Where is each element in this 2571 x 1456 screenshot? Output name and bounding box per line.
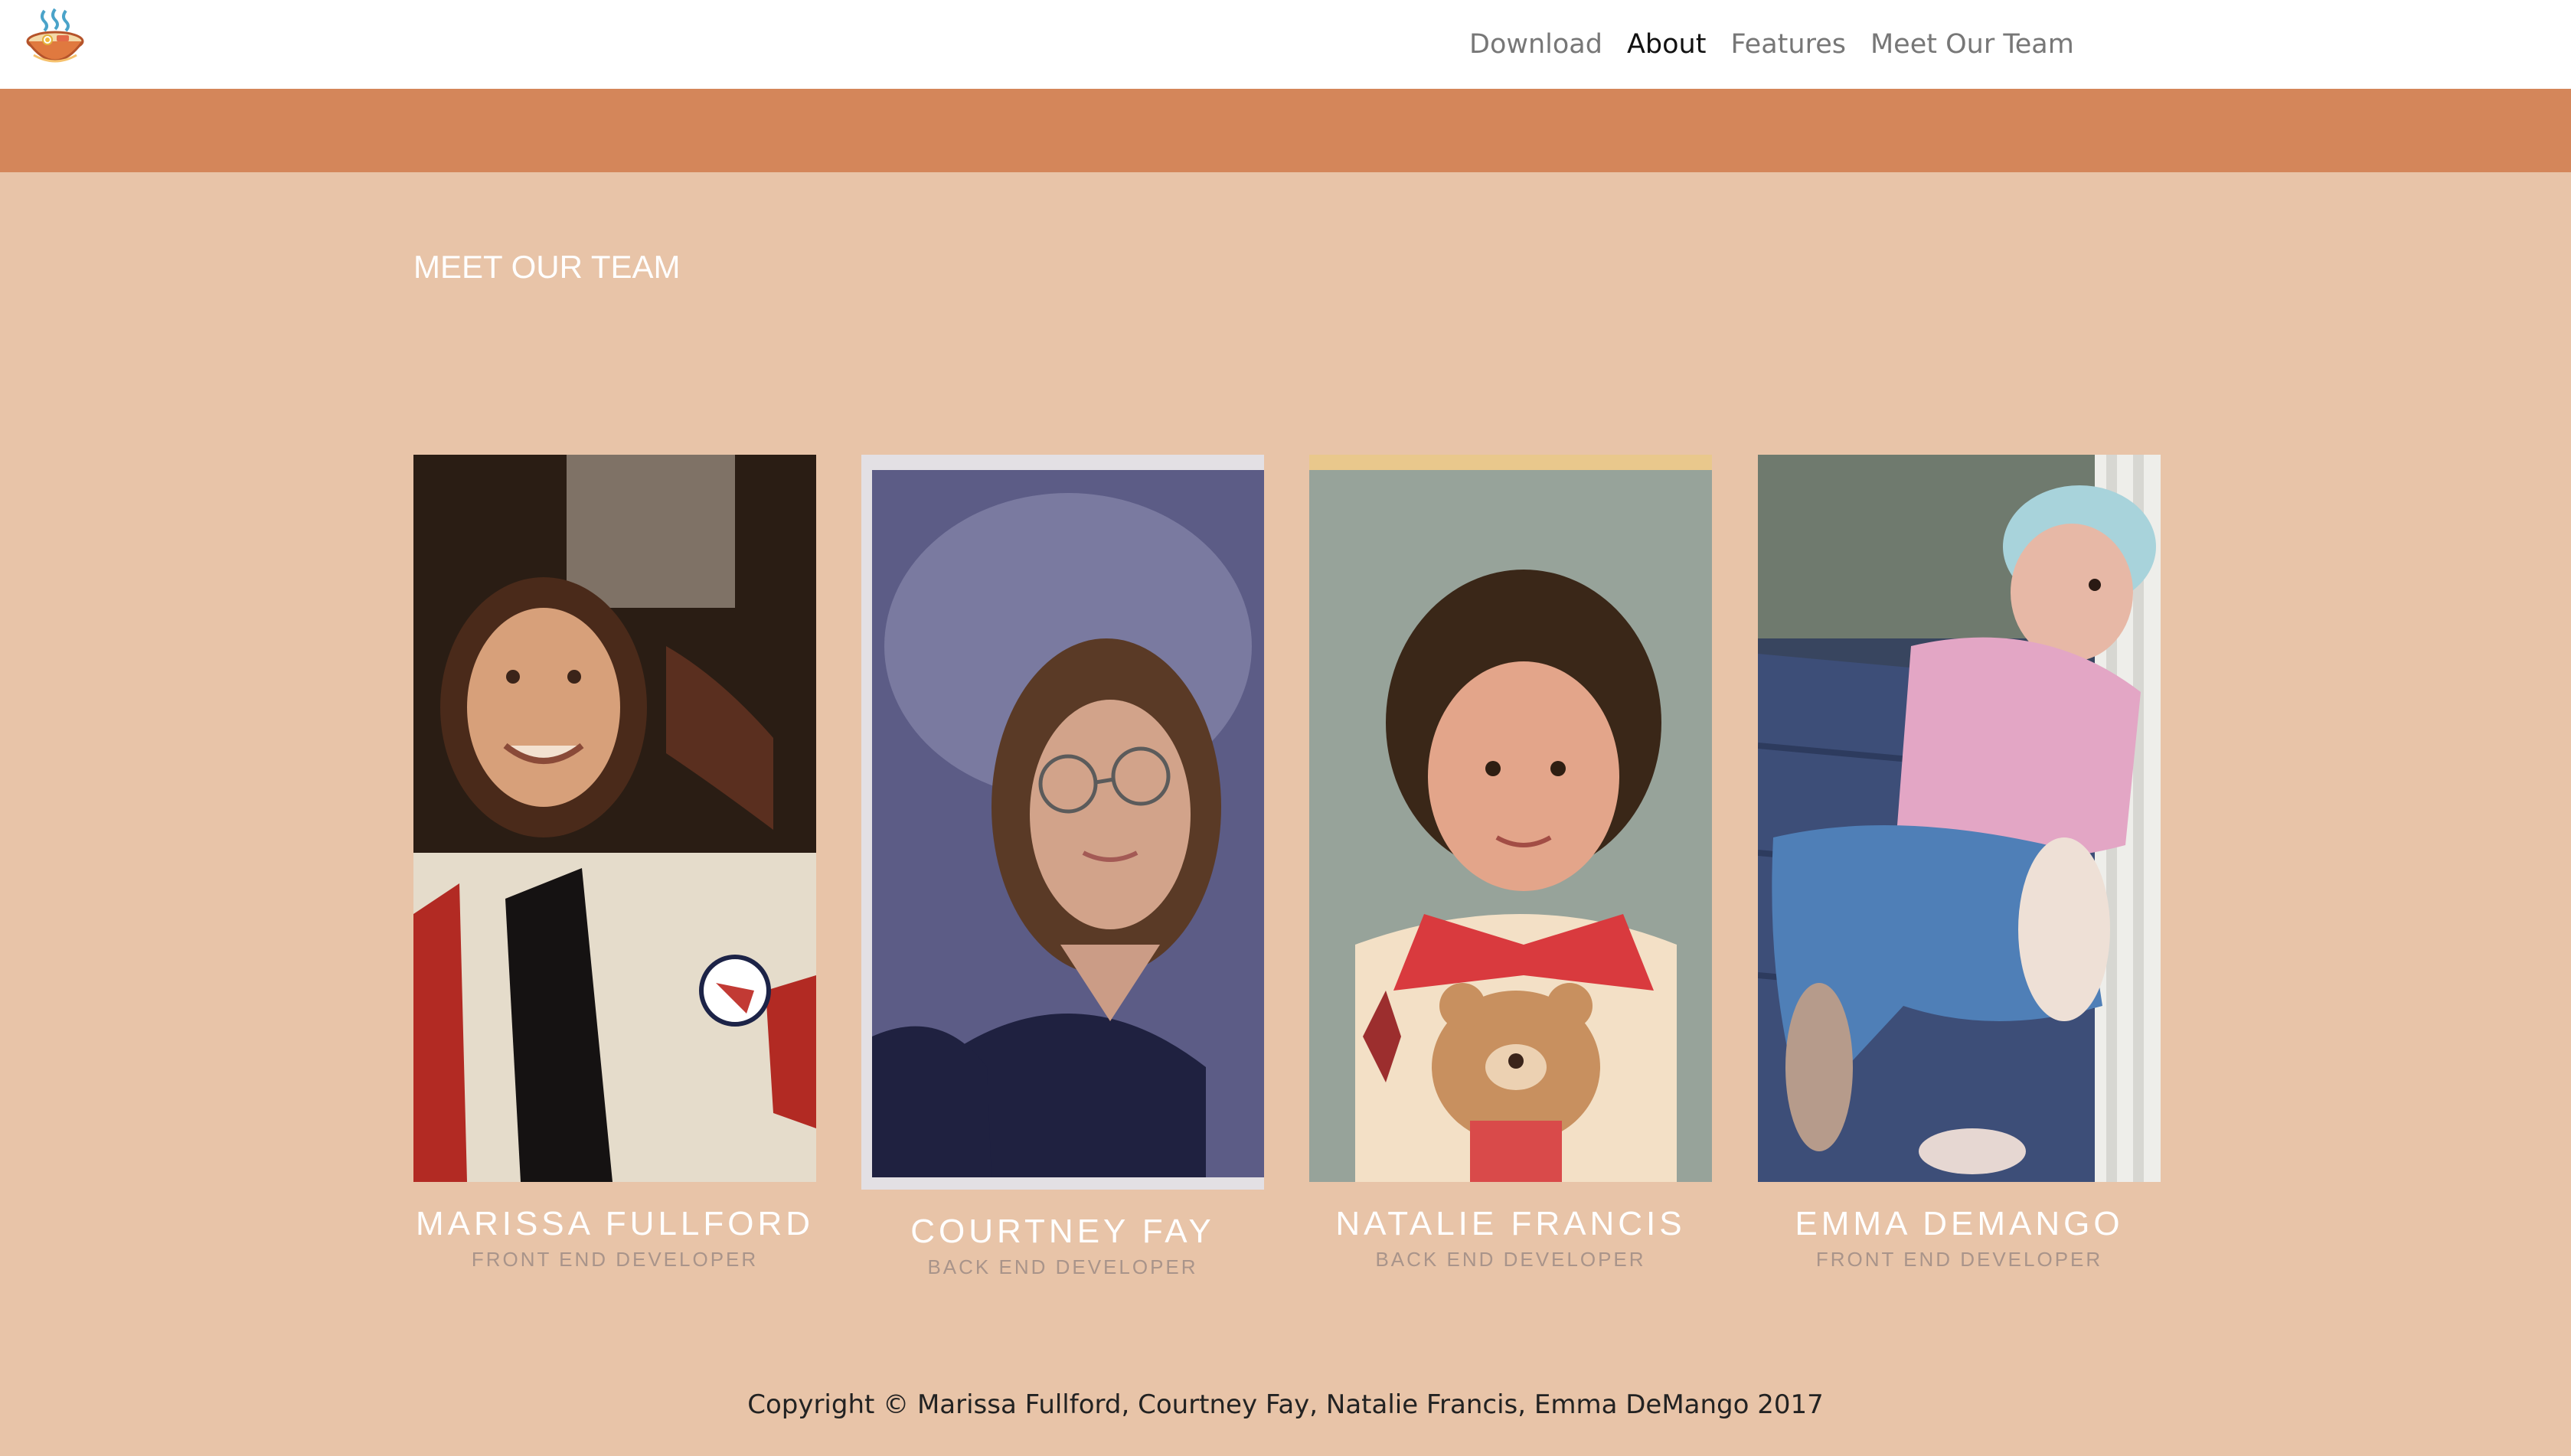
team-member-card: NATALIE FRANCIS BACK END DEVELOPER bbox=[1309, 455, 1712, 1272]
team-member-photo bbox=[413, 455, 816, 1182]
nav-about-link[interactable]: About bbox=[1627, 29, 1706, 60]
team-member-role: FRONT END DEVELOPER bbox=[1815, 1248, 2103, 1271]
team-member-photo bbox=[1758, 455, 2161, 1182]
team-member-role: BACK END DEVELOPER bbox=[1375, 1248, 1646, 1271]
team-member-name: EMMA DEMANGO bbox=[1795, 1205, 2124, 1242]
footer-copyright: Copyright © Marissa Fullford, Courtney F… bbox=[747, 1389, 1824, 1420]
team-member-card: EMMA DEMANGO FRONT END DEVELOPER bbox=[1758, 455, 2161, 1272]
nav-features-link[interactable]: Features bbox=[1730, 29, 1846, 60]
team-member-card: COURTNEY FAY BACK END DEVELOPER bbox=[861, 455, 1264, 1279]
team-member-photo bbox=[1309, 455, 1712, 1182]
team-member-name: MARISSA FULLFORD bbox=[415, 1205, 815, 1242]
header-banner bbox=[0, 89, 2571, 172]
section-title: MEET OUR TEAM bbox=[413, 249, 681, 285]
nav-meet-our-team-link[interactable]: Meet Our Team bbox=[1870, 29, 2074, 60]
team-member-role: BACK END DEVELOPER bbox=[927, 1255, 1198, 1278]
nav-download-link[interactable]: Download bbox=[1469, 29, 1602, 60]
team-member-photo bbox=[861, 455, 1264, 1190]
team-member-role: FRONT END DEVELOPER bbox=[471, 1248, 759, 1271]
team-member-name: NATALIE FRANCIS bbox=[1335, 1205, 1686, 1242]
navbar: Download About Features Meet Our Team bbox=[0, 0, 2571, 89]
team-member-card: MARISSA FULLFORD FRONT END DEVELOPER bbox=[413, 455, 816, 1272]
ramen-bowl-icon[interactable] bbox=[23, 6, 87, 73]
nav-links: Download About Features Meet Our Team bbox=[1469, 0, 2074, 89]
team-member-name: COURTNEY FAY bbox=[910, 1213, 1215, 1250]
